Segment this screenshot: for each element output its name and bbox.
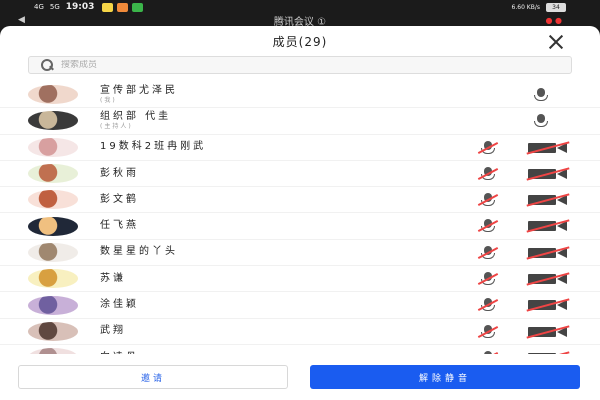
- signal-5g: 5G: [49, 3, 60, 11]
- member-name-wrap: 武翔: [100, 325, 126, 337]
- avatar: [28, 164, 78, 184]
- avatar: [28, 85, 78, 105]
- mic-muted-icon[interactable]: [477, 245, 499, 261]
- avatar: [28, 242, 78, 262]
- member-name-wrap: 任飞燕: [100, 220, 139, 232]
- status-time: 19:03: [65, 2, 95, 12]
- member-name: 任飞燕: [100, 220, 139, 232]
- list-item[interactable]: 涂佳颖: [0, 292, 600, 319]
- list-item[interactable]: 宣传部尤泽民 (我): [0, 82, 600, 109]
- camera-off-icon[interactable]: [526, 246, 570, 260]
- avatar: [28, 190, 78, 210]
- camera-off-icon[interactable]: [526, 272, 570, 286]
- app-notification-icon: [102, 2, 114, 12]
- signal-4g: 4G: [34, 3, 44, 11]
- search-input[interactable]: [61, 60, 361, 70]
- mic-muted-icon[interactable]: [477, 140, 499, 156]
- avatar: [28, 137, 78, 157]
- mic-muted-icon[interactable]: [477, 297, 499, 313]
- wifi-icon: ◀: [18, 15, 25, 25]
- member-role: (我): [100, 96, 117, 104]
- list-item[interactable]: 向凌丹: [0, 345, 600, 354]
- list-item[interactable]: 武翔: [0, 319, 600, 345]
- mic-muted-icon[interactable]: [530, 87, 552, 103]
- member-name-wrap: 彭秋雨: [100, 168, 139, 180]
- panel-footer: 邀请 解除静音: [0, 354, 600, 400]
- member-name-wrap: 苏谦: [100, 273, 126, 285]
- network-speed: 6.60 KB/s: [511, 3, 540, 11]
- mic-muted-icon[interactable]: [477, 192, 499, 208]
- camera-off-icon[interactable]: [526, 193, 570, 207]
- mic-muted-icon[interactable]: [477, 271, 499, 287]
- list-item[interactable]: 任飞燕: [0, 213, 600, 240]
- list-item[interactable]: 19数科2班冉刚武: [0, 135, 600, 161]
- member-name: 彭秋雨: [100, 167, 139, 179]
- avatar: [28, 269, 78, 289]
- member-name-wrap: 数星星的丫头: [100, 246, 178, 258]
- panel-title: 成员(29): [272, 34, 328, 49]
- member-list[interactable]: 宣传部尤泽民 (我) 组织部 代圭 (主持人) 19数科2班冉刚武 彭秋雨彭文鹤任飞燕数星…: [0, 82, 600, 354]
- search-icon: [41, 59, 53, 71]
- close-icon[interactable]: [546, 32, 566, 52]
- members-panel: 成员(29) 宣传部尤泽民(我) 组织部 代圭(主持人) 19数科2班冉刚武彭秋雨彭…: [0, 26, 600, 400]
- camera-off-icon[interactable]: [526, 219, 570, 234]
- camera-off-icon[interactable]: [526, 167, 570, 181]
- member-name-wrap: 19数科2班冉刚武: [100, 141, 206, 153]
- mic-muted-icon[interactable]: [477, 324, 499, 340]
- member-name: 涂佳颖: [100, 299, 139, 311]
- member-name: 武翔: [100, 325, 126, 337]
- avatar: [28, 295, 78, 315]
- mic-muted-icon[interactable]: [477, 166, 499, 182]
- panel-header: 成员(29): [0, 26, 600, 56]
- member-name: 数星星的丫头: [100, 246, 178, 258]
- search-bar[interactable]: [28, 56, 572, 74]
- list-item[interactable]: 数星星的丫头: [0, 240, 600, 267]
- avatar: [28, 321, 78, 341]
- list-item[interactable]: 彭文鹤: [0, 187, 600, 214]
- invite-button[interactable]: 邀请: [18, 365, 288, 389]
- member-name-wrap: 彭文鹤: [100, 194, 139, 206]
- list-item[interactable]: 彭秋雨: [0, 161, 600, 188]
- member-name: 19数科2班冉刚武: [100, 141, 207, 153]
- status-right: 6.60 KB/s 34: [511, 2, 566, 12]
- avatar: [28, 111, 78, 131]
- meeting-header-behind: ◀ 腾讯会议 ① ● ●: [0, 14, 600, 28]
- app-notification-icon: [117, 2, 129, 12]
- unmute-all-button[interactable]: 解除静音: [310, 365, 580, 389]
- member-name: 宣传部尤泽民: [100, 84, 178, 96]
- member-name-wrap: 组织部 代圭 (主持人): [100, 111, 171, 131]
- member-name-wrap: 涂佳颖: [100, 299, 139, 311]
- camera-off-icon[interactable]: [526, 298, 570, 313]
- list-item[interactable]: 组织部 代圭 (主持人): [0, 108, 600, 135]
- battery-icon: 34: [546, 2, 566, 12]
- member-role: (主持人): [100, 122, 133, 130]
- mic-muted-icon[interactable]: [530, 113, 552, 129]
- list-item[interactable]: 苏谦: [0, 266, 600, 293]
- mic-muted-icon[interactable]: [477, 218, 499, 234]
- member-name: 彭文鹤: [100, 193, 139, 205]
- avatar: [28, 216, 78, 236]
- camera-off-icon[interactable]: [526, 325, 570, 339]
- member-name: 苏谦: [100, 272, 126, 284]
- member-name-wrap: 宣传部尤泽民 (我): [100, 85, 178, 105]
- app-notification-icon: [132, 2, 144, 12]
- member-name: 组织部 代圭: [100, 110, 172, 122]
- leave-indicator-icon: ● ●: [545, 15, 562, 25]
- camera-off-icon[interactable]: [526, 140, 570, 155]
